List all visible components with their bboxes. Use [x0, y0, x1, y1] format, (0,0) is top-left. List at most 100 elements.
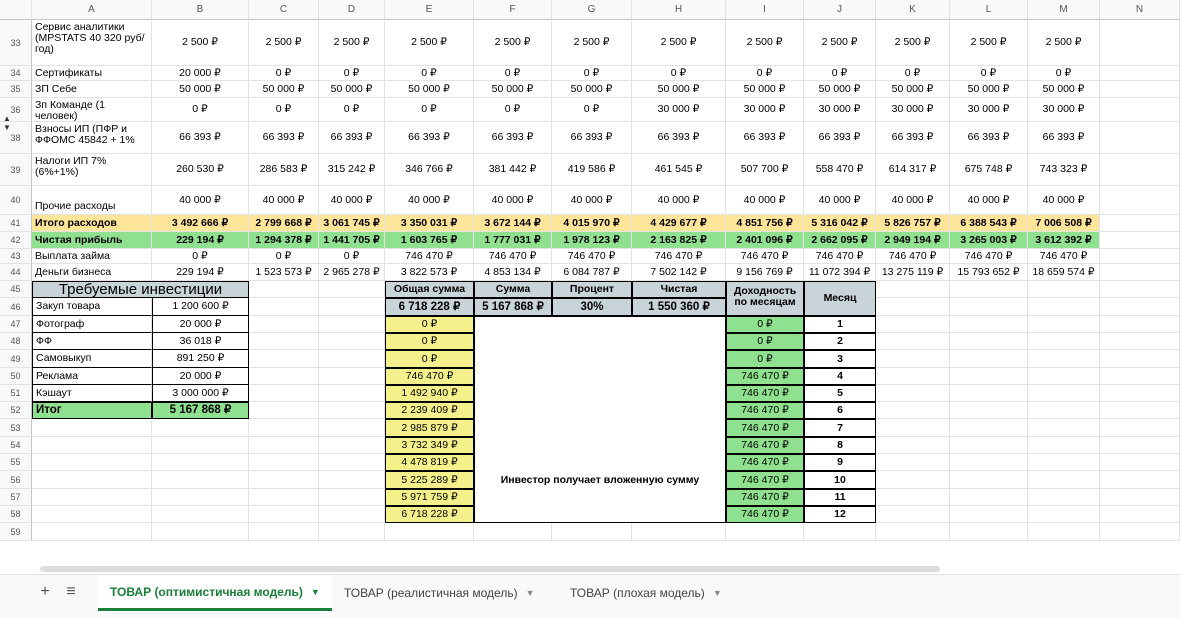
value-cell[interactable]: 0 ₽: [474, 66, 552, 81]
value-cell[interactable]: 746 470 ₽: [632, 249, 726, 264]
empty-cell[interactable]: [1028, 298, 1100, 316]
value-cell[interactable]: 50 000 ₽: [1028, 81, 1100, 98]
value-cell[interactable]: 381 442 ₽: [474, 154, 552, 186]
empty-cell[interactable]: [32, 523, 152, 541]
empty-cell[interactable]: [876, 419, 950, 437]
value-cell[interactable]: 4 015 970 ₽: [552, 215, 632, 232]
value-cell[interactable]: 746 470 ₽: [1028, 249, 1100, 264]
value-cell[interactable]: 743 323 ₽: [1028, 154, 1100, 186]
value-cell[interactable]: 1 441 705 ₽: [319, 232, 385, 249]
value-cell[interactable]: 0 ₽: [1028, 66, 1100, 81]
value-cell[interactable]: 346 766 ₽: [385, 154, 474, 186]
row-header[interactable]: 46: [0, 298, 32, 316]
empty-cell[interactable]: [319, 419, 385, 437]
empty-cell[interactable]: [32, 471, 152, 489]
value-cell[interactable]: 461 545 ₽: [632, 154, 726, 186]
empty-cell[interactable]: [249, 281, 319, 298]
month-cell[interactable]: 1: [804, 316, 876, 333]
month-cell[interactable]: 12: [804, 506, 876, 523]
cumulative-cell[interactable]: 6 718 228 ₽: [385, 506, 474, 523]
value-cell[interactable]: 66 393 ₽: [152, 122, 249, 154]
empty-cell[interactable]: [1100, 489, 1180, 506]
row-header[interactable]: 48: [0, 333, 32, 350]
cumulative-cell[interactable]: 5 225 289 ₽: [385, 471, 474, 489]
empty-cell[interactable]: [1100, 264, 1180, 281]
empty-cell[interactable]: [249, 419, 319, 437]
value-cell[interactable]: 675 748 ₽: [950, 154, 1028, 186]
month-cell[interactable]: 3: [804, 350, 876, 368]
investment-value[interactable]: 1 200 600 ₽: [152, 298, 249, 316]
empty-cell[interactable]: [319, 437, 385, 454]
empty-cell[interactable]: [152, 471, 249, 489]
empty-cell[interactable]: [876, 402, 950, 419]
empty-cell[interactable]: [32, 419, 152, 437]
value-cell[interactable]: 40 000 ₽: [319, 186, 385, 215]
summary-value[interactable]: 30%: [552, 298, 632, 316]
value-cell[interactable]: 2 500 ₽: [385, 20, 474, 66]
empty-cell[interactable]: [152, 506, 249, 523]
empty-cell[interactable]: [1100, 281, 1180, 298]
value-cell[interactable]: 50 000 ₽: [726, 81, 804, 98]
row-label[interactable]: Налоги ИП 7% (6%+1%): [32, 154, 152, 186]
empty-cell[interactable]: [950, 350, 1028, 368]
value-cell[interactable]: 30 000 ₽: [876, 98, 950, 122]
month-cell[interactable]: 5: [804, 385, 876, 402]
value-cell[interactable]: 66 393 ₽: [726, 122, 804, 154]
value-cell[interactable]: 15 793 652 ₽: [950, 264, 1028, 281]
column-header-j[interactable]: J: [804, 0, 876, 20]
value-cell[interactable]: 40 000 ₽: [385, 186, 474, 215]
investment-total-label[interactable]: Итог: [32, 402, 152, 419]
empty-cell[interactable]: [876, 316, 950, 333]
empty-cell[interactable]: [804, 523, 876, 541]
value-cell[interactable]: 315 242 ₽: [319, 154, 385, 186]
value-cell[interactable]: 3 612 392 ₽: [1028, 232, 1100, 249]
value-cell[interactable]: 50 000 ₽: [950, 81, 1028, 98]
chevron-down-icon[interactable]: ▼: [713, 588, 722, 598]
row-label[interactable]: Деньги бизнеса: [32, 264, 152, 281]
row-header[interactable]: 40: [0, 186, 32, 215]
empty-cell[interactable]: [1100, 506, 1180, 523]
value-cell[interactable]: 0 ₽: [319, 66, 385, 81]
empty-cell[interactable]: [319, 523, 385, 541]
value-cell[interactable]: 0 ₽: [726, 66, 804, 81]
row-label[interactable]: Чистая прибыль: [32, 232, 152, 249]
value-cell[interactable]: 7 006 508 ₽: [1028, 215, 1100, 232]
value-cell[interactable]: 5 826 757 ₽: [876, 215, 950, 232]
empty-cell[interactable]: [319, 506, 385, 523]
empty-cell[interactable]: [249, 523, 319, 541]
income-cell[interactable]: 746 470 ₽: [726, 402, 804, 419]
empty-cell[interactable]: [1100, 350, 1180, 368]
empty-cell[interactable]: [950, 385, 1028, 402]
value-cell[interactable]: 2 163 825 ₽: [632, 232, 726, 249]
value-cell[interactable]: 66 393 ₽: [950, 122, 1028, 154]
value-cell[interactable]: 0 ₽: [249, 98, 319, 122]
row-header[interactable]: 52: [0, 402, 32, 419]
empty-cell[interactable]: [385, 523, 474, 541]
empty-cell[interactable]: [1100, 215, 1180, 232]
empty-cell[interactable]: [1028, 506, 1100, 523]
empty-cell[interactable]: [32, 489, 152, 506]
income-cell[interactable]: 746 470 ₽: [726, 385, 804, 402]
value-cell[interactable]: 0 ₽: [950, 66, 1028, 81]
investment-label[interactable]: Фотограф: [32, 316, 152, 333]
empty-cell[interactable]: [319, 316, 385, 333]
income-cell[interactable]: 0 ₽: [726, 350, 804, 368]
value-cell[interactable]: 40 000 ₽: [152, 186, 249, 215]
value-cell[interactable]: 746 470 ₽: [552, 249, 632, 264]
column-header-e[interactable]: E: [385, 0, 474, 20]
value-cell[interactable]: 0 ₽: [552, 98, 632, 122]
value-cell[interactable]: 0 ₽: [152, 249, 249, 264]
empty-cell[interactable]: [726, 523, 804, 541]
value-cell[interactable]: 40 000 ₽: [474, 186, 552, 215]
empty-cell[interactable]: [249, 506, 319, 523]
value-cell[interactable]: 0 ₽: [385, 66, 474, 81]
value-cell[interactable]: 6 084 787 ₽: [552, 264, 632, 281]
value-cell[interactable]: 260 530 ₽: [152, 154, 249, 186]
empty-cell[interactable]: [1028, 281, 1100, 298]
value-cell[interactable]: 40 000 ₽: [804, 186, 876, 215]
empty-cell[interactable]: [319, 333, 385, 350]
month-cell[interactable]: 2: [804, 333, 876, 350]
empty-cell[interactable]: [876, 454, 950, 471]
empty-cell[interactable]: [876, 385, 950, 402]
value-cell[interactable]: 50 000 ₽: [632, 81, 726, 98]
